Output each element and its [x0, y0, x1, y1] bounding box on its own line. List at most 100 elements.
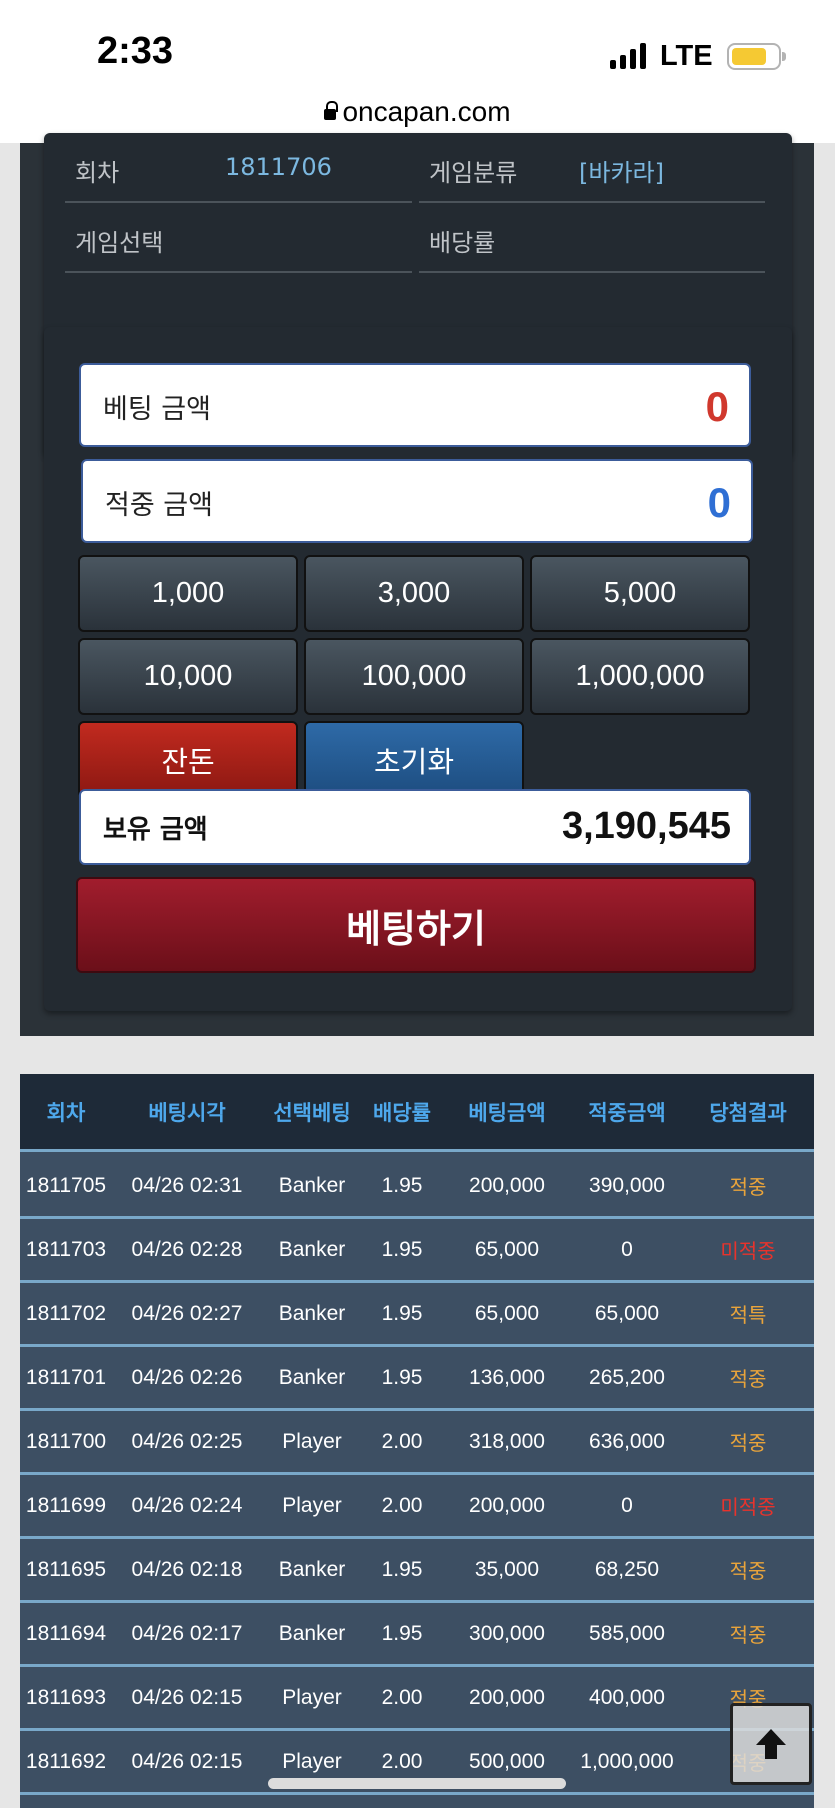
scroll-top-button[interactable] [730, 1703, 812, 1785]
table-cell: 0 [621, 1237, 633, 1261]
bet-amount-field[interactable]: 베팅 금액 0 [79, 363, 751, 447]
balance-value: 3,190,545 [561, 805, 731, 847]
change-button[interactable]: 잔돈 [78, 721, 298, 798]
table-cell: 1811692 [25, 1749, 107, 1773]
chip-10000-button[interactable]: 10,000 [78, 638, 298, 715]
chip-1000-button[interactable]: 1,000 [78, 555, 298, 632]
result-cell: 적중 [729, 1623, 767, 1647]
table-cell: 65,000 [474, 1237, 540, 1261]
table-cell: 1,000,000 [580, 1749, 674, 1773]
result-cell: 미적중 [720, 1495, 776, 1519]
table-cell: Player [282, 1429, 342, 1453]
table-cell: 35,000 [474, 1557, 540, 1581]
table-cell: Banker [278, 1557, 346, 1581]
table-cell: 200,000 [469, 1685, 545, 1709]
table-cell: 04/26 02:18 [131, 1557, 243, 1581]
column-header: 베팅금액 [468, 1101, 546, 1125]
place-bet-button[interactable]: 베팅하기 [76, 877, 756, 973]
table-cell: 04/26 02:15 [131, 1749, 243, 1773]
table-cell: 2.00 [381, 1685, 423, 1709]
address-bar[interactable]: oncapan.com [0, 96, 835, 128]
status-time: 2:33 [97, 30, 174, 72]
table-row[interactable]: 1811694 04/26 02:17 Banker 1.95 300,000 585,0… [20, 1603, 814, 1667]
table-cell: 1811705 [25, 1173, 107, 1197]
result-cell: 적중 [729, 1431, 767, 1455]
table-cell: 1811703 [25, 1237, 107, 1261]
bet-amount-value: 0 [705, 383, 729, 430]
column-header: 선택베팅 [273, 1101, 351, 1125]
result-cell: 미적중 [720, 1239, 776, 1263]
table-cell: Player [282, 1493, 342, 1517]
table-row[interactable]: 1811702 04/26 02:27 Banker 1.95 65,000 65,000… [20, 1283, 814, 1347]
table-row[interactable]: 1811699 04/26 02:24 Player 2.00 200,000 0 미적중 [20, 1475, 814, 1539]
table-cell: 1.95 [381, 1557, 423, 1581]
bet-slip: 베팅 금액 0 적중 금액 0 1,000 3,000 5,000 10,000… [44, 327, 792, 1011]
round-value: 1811706 [225, 153, 332, 181]
table-cell: 65,000 [474, 1301, 540, 1325]
signal-icon [610, 43, 646, 69]
table-cell: 04/26 02:28 [131, 1237, 243, 1261]
chip-100000-button[interactable]: 100,000 [304, 638, 524, 715]
column-header: 적중금액 [588, 1101, 666, 1125]
info-row-select: 게임선택 배당률 [65, 203, 779, 273]
category-value: [바카라] [579, 159, 664, 187]
table-cell: 1.95 [381, 1621, 423, 1645]
table-cell: 1811700 [25, 1429, 107, 1453]
balance-label: 보유 금액 [103, 815, 208, 845]
table-cell: 1811699 [25, 1493, 107, 1517]
url-text: oncapan.com [342, 96, 511, 127]
win-amount-field: 적중 금액 0 [81, 459, 753, 543]
result-cell: 적중 [729, 1367, 767, 1391]
table-cell: Player [282, 1685, 342, 1709]
table-cell: 2.00 [381, 1493, 423, 1517]
table-cell: 200,000 [469, 1493, 545, 1517]
battery-icon [726, 42, 786, 70]
chip-5000-button[interactable]: 5,000 [530, 555, 750, 632]
win-amount-value: 0 [707, 479, 731, 526]
table-cell: Banker [278, 1365, 346, 1389]
table-cell: 585,000 [589, 1621, 665, 1645]
table-cell: 1811694 [25, 1621, 107, 1645]
table-row[interactable]: 1811701 04/26 02:26 Banker 1.95 136,000 265,2… [20, 1347, 814, 1411]
table-cell: 1811701 [25, 1365, 107, 1389]
table-cell: 1.95 [381, 1173, 423, 1197]
column-header: 베팅시각 [148, 1101, 226, 1125]
bet-amount-label: 베팅 금액 [103, 394, 211, 425]
chip-1000000-button[interactable]: 1,000,000 [530, 638, 750, 715]
table-cell: 04/26 02:26 [131, 1365, 243, 1389]
network-label: LTE [660, 39, 713, 72]
arrow-up-icon [756, 1729, 786, 1759]
table-cell: Banker [278, 1237, 346, 1261]
info-row-round: 회차 1811706 게임분류 [바카라] [65, 133, 779, 203]
table-cell: 68,250 [594, 1557, 660, 1581]
column-header: 회차 [46, 1101, 86, 1125]
game-select-label: 게임선택 [75, 229, 164, 257]
table-row[interactable]: 1811693 04/26 02:15 Player 2.00 200,000 400,0… [20, 1667, 814, 1731]
table-cell: 0 [621, 1493, 633, 1517]
table-cell: 1.95 [381, 1237, 423, 1261]
column-header: 배당률 [373, 1101, 431, 1125]
column-header: 당첨결과 [709, 1101, 787, 1125]
table-cell: 2.00 [381, 1429, 423, 1453]
table-cell: 300,000 [469, 1621, 545, 1645]
table-cell: 400,000 [589, 1685, 665, 1709]
table-cell: 1.95 [381, 1365, 423, 1389]
reset-button[interactable]: 초기화 [304, 721, 524, 798]
bet-history-table: 회차 베팅시각 선택베팅 배당률 베팅금액 적중금액 당첨결과 1811705 04/26 0… [20, 1074, 814, 1808]
table-cell: 1811702 [25, 1301, 107, 1325]
table-row[interactable]: 1811695 04/26 02:18 Banker 1.95 35,000 68,250… [20, 1539, 814, 1603]
table-cell: Banker [278, 1301, 346, 1325]
table-header: 회차 베팅시각 선택베팅 배당률 베팅금액 적중금액 당첨결과 [20, 1074, 814, 1152]
balance-box: 보유 금액 3,190,545 [79, 789, 751, 865]
table-row[interactable]: 1811700 04/26 02:25 Player 2.00 318,000 636,0… [20, 1411, 814, 1475]
table-cell: 1811693 [25, 1685, 107, 1709]
table-cell: 04/26 02:24 [131, 1493, 243, 1517]
table-cell: 65,000 [594, 1301, 660, 1325]
table-row[interactable]: 1811703 04/26 02:28 Banker 1.95 65,000 0 미적중 [20, 1219, 814, 1283]
table-row[interactable]: 1811705 04/26 02:31 Banker 1.95 200,000 390,0… [20, 1155, 814, 1219]
status-indicators: LTE [610, 38, 786, 74]
table-cell: 136,000 [469, 1365, 545, 1389]
chip-3000-button[interactable]: 3,000 [304, 555, 524, 632]
table-cell: 04/26 02:17 [131, 1621, 243, 1645]
table-cell: 1811695 [25, 1557, 107, 1581]
